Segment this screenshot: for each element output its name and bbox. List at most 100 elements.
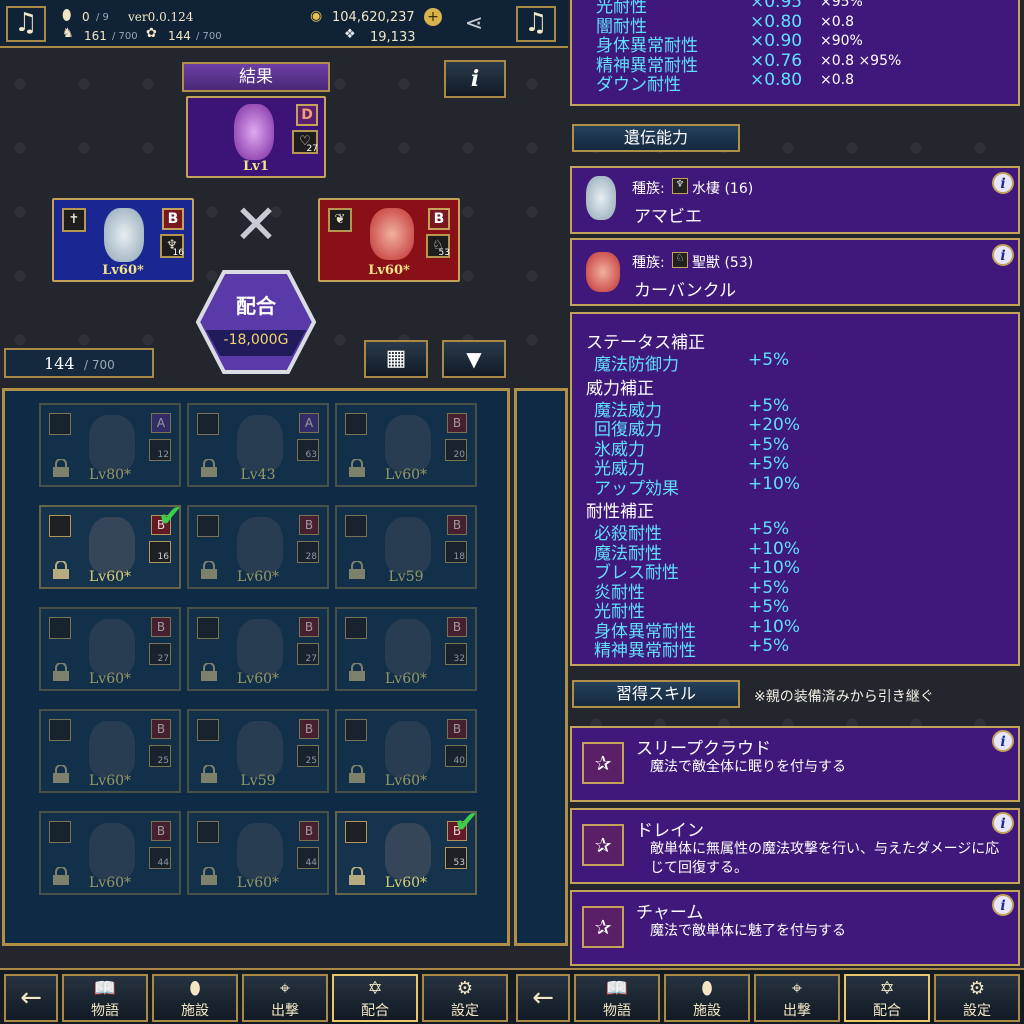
paw-icon: ✿ <box>146 26 157 41</box>
monster-cell[interactable]: B 16 Lv60* ✔ <box>39 499 183 589</box>
cell-level: Lv60* <box>236 671 280 687</box>
skill-panel[interactable]: ✰ ドレイン 敵単体に無属性の魔法攻撃を行い、与えたダメージに応じて回復する。 i <box>570 808 1020 884</box>
info-button[interactable]: i <box>444 60 506 98</box>
nav-facility-2[interactable]: ⬮ 施設 <box>664 974 750 1022</box>
cell-race-icon: 27 <box>297 643 319 665</box>
skill-info-icon[interactable]: i <box>992 894 1014 916</box>
parent-a-panel[interactable]: 種族: ♆ 水棲 (16) アマビエ i <box>570 166 1020 234</box>
grid-view-button[interactable]: ▦ <box>364 340 428 378</box>
resist-note: ×0.8 <box>820 13 854 30</box>
monster-cell[interactable]: B 40 Lv60* <box>335 709 477 793</box>
monster-cell[interactable]: B 53 Lv60* ✔ <box>335 805 479 895</box>
skill-panel[interactable]: ✰ チャーム 魔法で敵単体に魅了を付与する i <box>570 890 1020 966</box>
monster-cell[interactable]: B 25 Lv60* <box>39 709 181 793</box>
cell-race-icon: 20 <box>445 439 467 461</box>
bonus-name: 魔法防御力 <box>594 355 679 375</box>
monster-cell[interactable]: B 28 Lv60* <box>187 505 329 589</box>
gear-icon: ⚙ <box>456 978 474 999</box>
parent2-card[interactable]: ❦ B ♘ 53 Lv60* <box>318 198 460 282</box>
nav-story-label-2: 物語 <box>603 1003 631 1019</box>
cell-level: Lv60* <box>236 569 280 585</box>
nav-story[interactable]: 📖 物語 <box>62 974 148 1022</box>
egg-max: / 9 <box>96 12 109 23</box>
currency-panel: ◉ 104,620,237 + ❖ 19,133 <box>300 4 450 45</box>
nav-settings-2[interactable]: ⚙ 設定 <box>934 974 1020 1022</box>
parent-a-info-icon[interactable]: i <box>992 172 1014 194</box>
parent2-rank-badge: B <box>428 208 450 230</box>
cell-rank-badge: B <box>299 821 319 841</box>
holy-beast-icon: ♘ <box>672 252 688 268</box>
egg-nav-icon: ⬮ <box>189 978 201 999</box>
cell-race-icon: 18 <box>445 541 467 563</box>
parent-b-panel[interactable]: 種族: ♘ 聖獣 (53) カーバンクル i <box>570 238 1020 306</box>
monster-cell[interactable]: B 18 Lv59 <box>335 505 477 589</box>
cell-count: 32 <box>453 654 465 664</box>
cell-rank-badge: B <box>299 617 319 637</box>
pet-max: / 700 <box>196 31 222 42</box>
monster-cell[interactable]: B 27 Lv60* <box>187 607 329 691</box>
parent1-card[interactable]: ✝ B ♆ 16 Lv60* <box>52 198 194 282</box>
bonus-value: +10% <box>748 616 801 637</box>
cell-race-icon: 40 <box>445 745 467 767</box>
breed-button-cost: -18,000G <box>223 332 289 348</box>
cell-rank-badge: B <box>151 719 171 739</box>
resist-note: ×0.8 <box>820 72 854 88</box>
parent-b-info-icon[interactable]: i <box>992 244 1014 266</box>
cell-element-icon <box>197 413 219 435</box>
filter-button[interactable]: ▼ <box>442 340 506 378</box>
cell-count: 28 <box>305 552 317 562</box>
nav-sortie-2[interactable]: ⌖ 出撃 <box>754 974 840 1022</box>
parent-a-race: 水棲 (16) <box>692 181 754 197</box>
monster-count-value: 144 <box>44 354 75 373</box>
monster-cell[interactable]: B 27 Lv60* <box>39 607 181 691</box>
monster-cell[interactable]: A 63 Lv43 <box>187 403 329 487</box>
back-button[interactable]: ← <box>4 974 58 1022</box>
skill-info-icon[interactable]: i <box>992 812 1014 834</box>
breed-button[interactable]: 配合 -18,000G <box>195 270 317 374</box>
cell-monster-image <box>89 415 135 471</box>
skill-info-icon[interactable]: i <box>992 730 1014 752</box>
resist-note: ×0.8 ×95% <box>820 52 902 69</box>
nav-breed-2[interactable]: ✡ 配合 <box>844 974 930 1022</box>
cell-count: 44 <box>305 858 317 868</box>
nav-settings[interactable]: ⚙ 設定 <box>422 974 508 1022</box>
monster-cell[interactable]: B 25 Lv59 <box>187 709 329 793</box>
music-icon[interactable]: ♫ <box>6 6 46 42</box>
pentagram-icon: ✡ <box>367 978 383 999</box>
monster-cell[interactable]: A 12 Lv80* <box>39 403 181 487</box>
nav-breed[interactable]: ✡ 配合 <box>332 974 418 1022</box>
back-button-2[interactable]: ← <box>516 974 570 1022</box>
cell-level: Lv60* <box>384 875 428 891</box>
result-card[interactable]: D ♡ 27 Lv1 <box>186 96 326 178</box>
cell-rank-badge: B <box>447 413 467 433</box>
cell-monster-image <box>385 721 431 777</box>
cell-race-icon: 28 <box>297 541 319 563</box>
share-icon[interactable]: ⋖ <box>454 6 494 42</box>
nav-facility-label: 施設 <box>181 1003 209 1019</box>
swap-parents-icon[interactable]: ✕ <box>226 192 286 258</box>
checkmark-icon: ✔ <box>453 805 479 840</box>
monster-cell[interactable]: B 32 Lv60* <box>335 607 477 691</box>
skill-panel[interactable]: ✰ スリープクラウド 魔法で敵全体に眠りを付与する i <box>570 726 1020 802</box>
monster-icon: ♞ <box>62 26 74 41</box>
parent-b-race-label: 種族: <box>632 255 665 271</box>
parent2-element-icon: ❦ <box>328 208 352 232</box>
monster-cell[interactable]: B 20 Lv60* <box>335 403 477 487</box>
back-arrow-icon: ← <box>20 983 42 1013</box>
aquatic-icon: ♆ <box>672 178 688 194</box>
nav-breed-label: 配合 <box>361 1003 389 1019</box>
monster-cell[interactable]: B 44 Lv60* <box>39 811 181 895</box>
pet-count: 144 <box>168 29 191 43</box>
gene-ability-header: 遺伝能力 <box>572 124 740 152</box>
nav-facility[interactable]: ⬮ 施設 <box>152 974 238 1022</box>
music-icon-2[interactable]: ♫ <box>516 6 556 42</box>
monster-cell[interactable]: B 44 Lv60* <box>187 811 329 895</box>
nav-story-2[interactable]: 📖 物語 <box>574 974 660 1022</box>
cell-element-icon <box>49 617 71 639</box>
nav-sortie[interactable]: ⌖ 出撃 <box>242 974 328 1022</box>
egg-count: 0 <box>82 10 90 24</box>
parent-a-image <box>586 176 616 220</box>
cell-element-icon <box>49 821 71 843</box>
add-gold-icon[interactable]: + <box>424 8 442 26</box>
parent-a-race-label: 種族: <box>632 181 665 197</box>
